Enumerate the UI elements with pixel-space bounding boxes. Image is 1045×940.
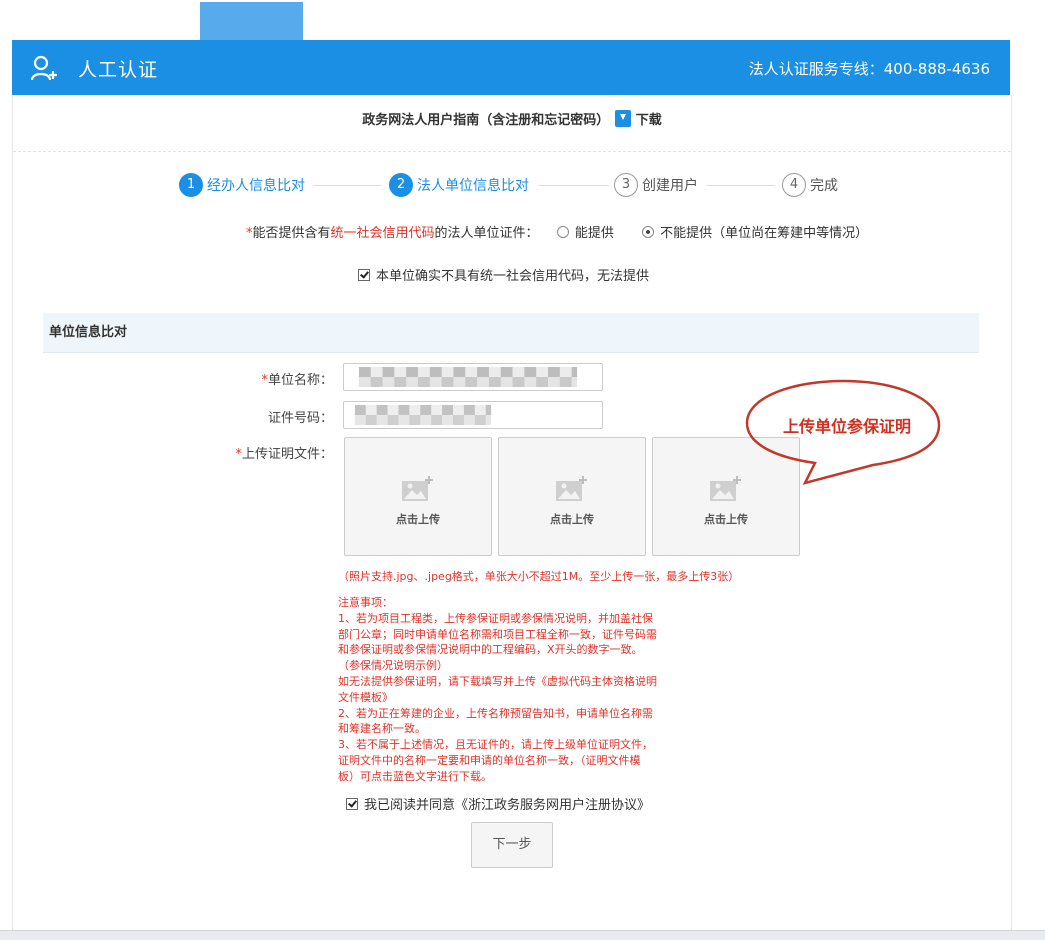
note-line: 和筹建名称一致。 (338, 722, 426, 736)
upload-slot-2[interactable]: 点击上传 (498, 437, 646, 556)
browser-top-area (0, 0, 1045, 40)
cert-no-input[interactable] (343, 401, 603, 429)
step-number: 1 (179, 173, 203, 197)
download-icon[interactable] (615, 110, 632, 127)
agreement-checkbox[interactable] (346, 798, 358, 810)
insurance-example-link[interactable]: （参保情况说明示例） (338, 658, 698, 674)
image-add-icon (710, 476, 741, 501)
question-prefix: 能否提供含有 (252, 226, 331, 241)
cert-no-label: 证件号码： (267, 411, 333, 426)
agreement-label[interactable]: 我已阅读并同意《浙江政务服务网用户注册协议》 (364, 798, 650, 813)
unit-name-label-text: 单位名称： (267, 373, 333, 388)
blurred-value (358, 367, 578, 387)
upload-label-text: 上传证明文件： (241, 447, 333, 462)
page-header: 人工认证 法人认证服务专线：400-888-4636 (12, 40, 1010, 95)
note-line[interactable]: 如无法提供参保证明，请下载填写并上传《虚拟代码主体资格说明 (338, 674, 698, 690)
radio-cannot-provide-label[interactable]: 不能提供（单位尚在筹建中等情况） (660, 226, 868, 241)
step-number: 2 (389, 173, 413, 197)
radio-can-provide-label[interactable]: 能提供 (575, 226, 614, 241)
progress-steps: 1 经办人信息比对 2 法人单位信息比对 3 创建用户 4 完成 (13, 173, 1011, 197)
user-guide-text: 政务网法人用户指南（含注册和忘记密码） (362, 113, 610, 128)
step-number: 3 (614, 173, 638, 197)
no-code-checkbox-label[interactable]: 本单位确实不具有统一社会信用代码，无法提供 (376, 269, 649, 284)
section-header: 单位信息比对 (43, 313, 979, 353)
unit-name-input[interactable] (343, 363, 603, 391)
note-line: 部门公章；同时申请单位名称需和项目工程全称一致，证件号码需 (338, 627, 657, 641)
no-code-confirm-row: 本单位确实不具有统一社会信用代码，无法提供 (358, 265, 649, 284)
image-add-icon (556, 476, 587, 501)
step-label: 完成 (810, 178, 838, 194)
download-link[interactable]: 下载 (636, 113, 662, 128)
divider (13, 151, 1011, 152)
note-line[interactable]: 文件模板》 (338, 690, 698, 706)
step-2: 2 法人单位信息比对 (389, 173, 529, 197)
main-panel: 政务网法人用户指南（含注册和忘记密码） 下载 1 经办人信息比对 2 法人单位信息比… (12, 95, 1012, 930)
step-connector (707, 185, 775, 186)
note-line: 2、若为正在筹建的企业，上传名称预留告知书，申请单位名称需 (338, 706, 653, 720)
step-label: 法人单位信息比对 (417, 178, 529, 194)
question-suffix: 的法人单位证件： (434, 226, 539, 241)
user-add-icon (30, 55, 57, 81)
step-4: 4 完成 (782, 173, 838, 197)
note-line: 注意事项： (338, 596, 393, 609)
upload-format-note: （照片支持.jpg、.jpeg格式，单张大小不超过1M。至少上传一张，最多上传3… (338, 570, 740, 583)
blurred-value (354, 405, 492, 425)
service-hotline: 法人认证服务专线：400-888-4636 (748, 60, 990, 78)
step-label: 经办人信息比对 (207, 178, 305, 194)
note-line: 3、若不属于上述情况，且无证件的，请上传上级单位证明文件， (338, 738, 653, 752)
radio-cannot-provide[interactable] (642, 226, 655, 238)
note-line: 证明文件中的名称一定要和申请的单位名称一致，（证明文件模 (338, 753, 641, 767)
top-blue-fragment (200, 2, 303, 40)
upload-slot-label: 点击上传 (396, 513, 440, 526)
step-3: 3 创建用户 (614, 173, 698, 197)
note-line: 1、若为项目工程类，上传参保证明或参保情况说明，并加盖社保 (338, 611, 653, 625)
user-guide-row: 政务网法人用户指南（含注册和忘记密码） 下载 (13, 109, 1011, 128)
upload-label: *上传证明文件： (223, 443, 333, 462)
upload-slot-label: 点击上传 (704, 513, 748, 526)
notes-block: 注意事项： 1、若为项目工程类，上传参保证明或参保情况说明，并加盖社保 部门公章… (338, 595, 698, 785)
step-label: 创建用户 (642, 178, 698, 194)
step-number: 4 (782, 173, 806, 197)
upload-slot-label: 点击上传 (550, 513, 594, 526)
step-connector (539, 185, 609, 186)
radio-can-provide[interactable] (556, 226, 569, 238)
step-1: 1 经办人信息比对 (179, 173, 305, 197)
step-connector (313, 185, 381, 186)
image-add-icon (402, 476, 433, 501)
note-line: 和参保证明或参保情况说明中的工程编码，X开头的数字一致。 (338, 643, 643, 657)
callout-text: 上传单位参保证明 (783, 417, 912, 436)
note-line: 板）可点击蓝色文字进行下载。 (338, 769, 492, 783)
next-step-button[interactable]: 下一步 (471, 822, 553, 868)
no-code-checkbox[interactable] (358, 269, 370, 281)
page-title: 人工认证 (78, 59, 159, 81)
question-highlight: 统一社会信用代码 (330, 226, 435, 241)
upload-slot-1[interactable]: 点击上传 (344, 437, 492, 556)
unit-name-label: *单位名称： (223, 369, 333, 388)
agreement-row: 我已阅读并同意《浙江政务服务网用户注册协议》 (346, 794, 650, 813)
